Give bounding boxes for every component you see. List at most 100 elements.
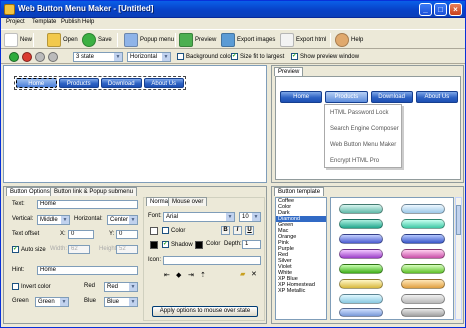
template-swatch[interactable] <box>339 204 383 214</box>
menu-project[interactable]: Project <box>6 19 25 25</box>
template-scrollbar[interactable] <box>455 197 462 320</box>
remove-button-icon[interactable] <box>22 52 32 62</box>
apply-mouse-over-button[interactable]: Apply options to mouse over state <box>152 306 258 317</box>
tab-button-template[interactable]: Button template <box>274 187 325 196</box>
chevron-down-icon: ▼ <box>129 298 137 306</box>
green-channel-select[interactable]: Green ▼ <box>35 297 69 307</box>
template-swatch[interactable] <box>401 219 445 229</box>
bold-button[interactable]: B <box>221 226 230 235</box>
template-swatch[interactable] <box>401 204 445 214</box>
state-select[interactable]: 3 state ▼ <box>73 52 123 62</box>
font-select[interactable]: Arial ▼ <box>163 212 235 222</box>
preview-button-download[interactable]: Download <box>370 91 413 103</box>
menu-help[interactable]: Help <box>82 19 94 25</box>
preview-button-products[interactable]: Products <box>325 91 368 103</box>
template-swatch[interactable] <box>339 234 383 244</box>
tab-button-link[interactable]: Button link & Popup submenu <box>50 187 138 196</box>
menu-button-download[interactable]: Download <box>101 78 142 88</box>
icon-align-left-icon[interactable]: ⇤ <box>164 271 170 279</box>
icon-align-right-icon[interactable]: ⇥ <box>188 271 194 279</box>
menu-button-about-us[interactable]: About Us <box>143 78 184 88</box>
add-button-icon[interactable] <box>9 52 19 62</box>
template-swatch[interactable] <box>339 294 383 304</box>
export-html-button[interactable]: Export html <box>280 32 326 48</box>
template-swatch[interactable] <box>339 279 383 289</box>
close-button[interactable]: × <box>449 3 462 16</box>
horizontal-align-select[interactable]: Center ▼ <box>107 215 138 225</box>
submenu-item[interactable]: Encrypt HTML Pro <box>325 153 401 169</box>
submenu-item[interactable]: HTML Password Lock <box>325 105 401 121</box>
icon-path-input[interactable] <box>163 256 261 265</box>
vertical-align-select[interactable]: Middle ▼ <box>37 215 70 225</box>
depth-input[interactable]: 1 <box>242 240 261 249</box>
red-channel-select[interactable]: Red ▼ <box>104 282 138 292</box>
shadow-checkbox[interactable]: ✓ Shadow <box>162 241 193 248</box>
menu-button-products[interactable]: Products <box>58 78 99 88</box>
preview-button-about-us[interactable]: About Us <box>415 91 458 103</box>
open-button[interactable]: Open <box>47 32 78 48</box>
tab-button-options[interactable]: Button Options <box>6 187 54 196</box>
new-button[interactable]: New <box>4 32 32 48</box>
clear-icon-icon[interactable]: ✕ <box>251 270 257 278</box>
preview-button-home[interactable]: Home <box>280 91 323 103</box>
template-swatch[interactable] <box>339 249 383 259</box>
auto-size-checkbox[interactable]: ✓ Auto size <box>12 246 46 253</box>
template-swatch[interactable] <box>401 294 445 304</box>
editor-canvas[interactable]: Home Products Download About Us <box>3 65 267 183</box>
checkbox-box: ✓ <box>162 241 169 248</box>
template-swatch[interactable] <box>339 219 383 229</box>
italic-button[interactable]: I <box>233 226 242 235</box>
title-bar[interactable]: Web Button Menu Maker - [Untitled] _ □ × <box>1 1 465 18</box>
move-left-icon[interactable] <box>35 52 45 62</box>
hint-input[interactable]: Home <box>37 266 138 275</box>
tab-preview[interactable]: Preview <box>274 67 304 76</box>
text-color-swatch[interactable] <box>150 227 158 235</box>
icon-label: Icon: <box>148 257 162 263</box>
font-size-select[interactable]: 10 ▼ <box>239 212 261 222</box>
help-button[interactable]: Help <box>335 32 363 48</box>
toolbar-separator <box>175 33 176 47</box>
size-fit-checkbox[interactable]: ✓ Size fit to largest <box>231 53 284 60</box>
submenu-item[interactable]: Web Button Menu Maker <box>325 137 401 153</box>
submenu-item[interactable]: Search Engine Composer <box>325 121 401 137</box>
menu-template[interactable]: Template <box>32 19 56 25</box>
template-swatch[interactable] <box>401 249 445 259</box>
orientation-select[interactable]: Horizontal ▼ <box>127 52 171 62</box>
shadow-color-swatch-left[interactable] <box>150 241 158 249</box>
icon-align-top-icon[interactable]: ⇡ <box>200 271 206 279</box>
template-swatch[interactable] <box>401 308 445 317</box>
template-list[interactable]: Coffee Color Dark Diamond Green Mac Oran… <box>275 197 327 320</box>
template-swatch[interactable] <box>401 279 445 289</box>
background-color-checkbox[interactable]: Background color <box>177 53 233 60</box>
open-icon-folder-icon[interactable]: ▰ <box>240 270 245 278</box>
save-button[interactable]: Save <box>82 32 112 48</box>
move-right-icon[interactable] <box>48 52 58 62</box>
x-offset-input[interactable]: 0 <box>68 230 94 239</box>
scrollbar-thumb[interactable] <box>456 205 461 235</box>
blue-channel-select[interactable]: Blue ▼ <box>104 297 138 307</box>
minimize-button[interactable]: _ <box>419 3 432 16</box>
invert-color-checkbox[interactable]: Invert color <box>12 283 51 290</box>
help-label: Help <box>351 37 364 43</box>
shadow-color-swatch[interactable] <box>195 241 203 249</box>
text-color-checkbox[interactable]: Color <box>162 227 185 234</box>
template-swatch[interactable] <box>339 264 383 274</box>
template-swatch[interactable] <box>339 308 383 317</box>
menu-button-home[interactable]: Home <box>16 78 57 88</box>
show-preview-checkbox[interactable]: ✓ Show preview window <box>291 53 359 60</box>
y-offset-input[interactable]: 0 <box>116 230 138 239</box>
preview-button[interactable]: Preview <box>179 32 216 48</box>
popup-menu-button[interactable]: Popup menu <box>124 32 174 48</box>
template-item[interactable]: XP Metallic <box>276 288 326 294</box>
export-images-button[interactable]: Export images <box>221 32 275 48</box>
text-input[interactable]: Home <box>37 200 138 209</box>
maximize-button[interactable]: □ <box>434 3 447 16</box>
icon-align-center-icon[interactable]: ◆ <box>176 271 181 279</box>
menu-publish[interactable]: Publish <box>61 19 81 25</box>
height-input[interactable]: 52 <box>116 245 138 254</box>
width-input[interactable]: 62 <box>68 245 90 254</box>
template-swatch[interactable] <box>401 264 445 274</box>
tab-mouse-over[interactable]: Mouse over <box>168 197 208 206</box>
template-swatch[interactable] <box>401 234 445 244</box>
underline-button[interactable]: U <box>245 226 254 235</box>
